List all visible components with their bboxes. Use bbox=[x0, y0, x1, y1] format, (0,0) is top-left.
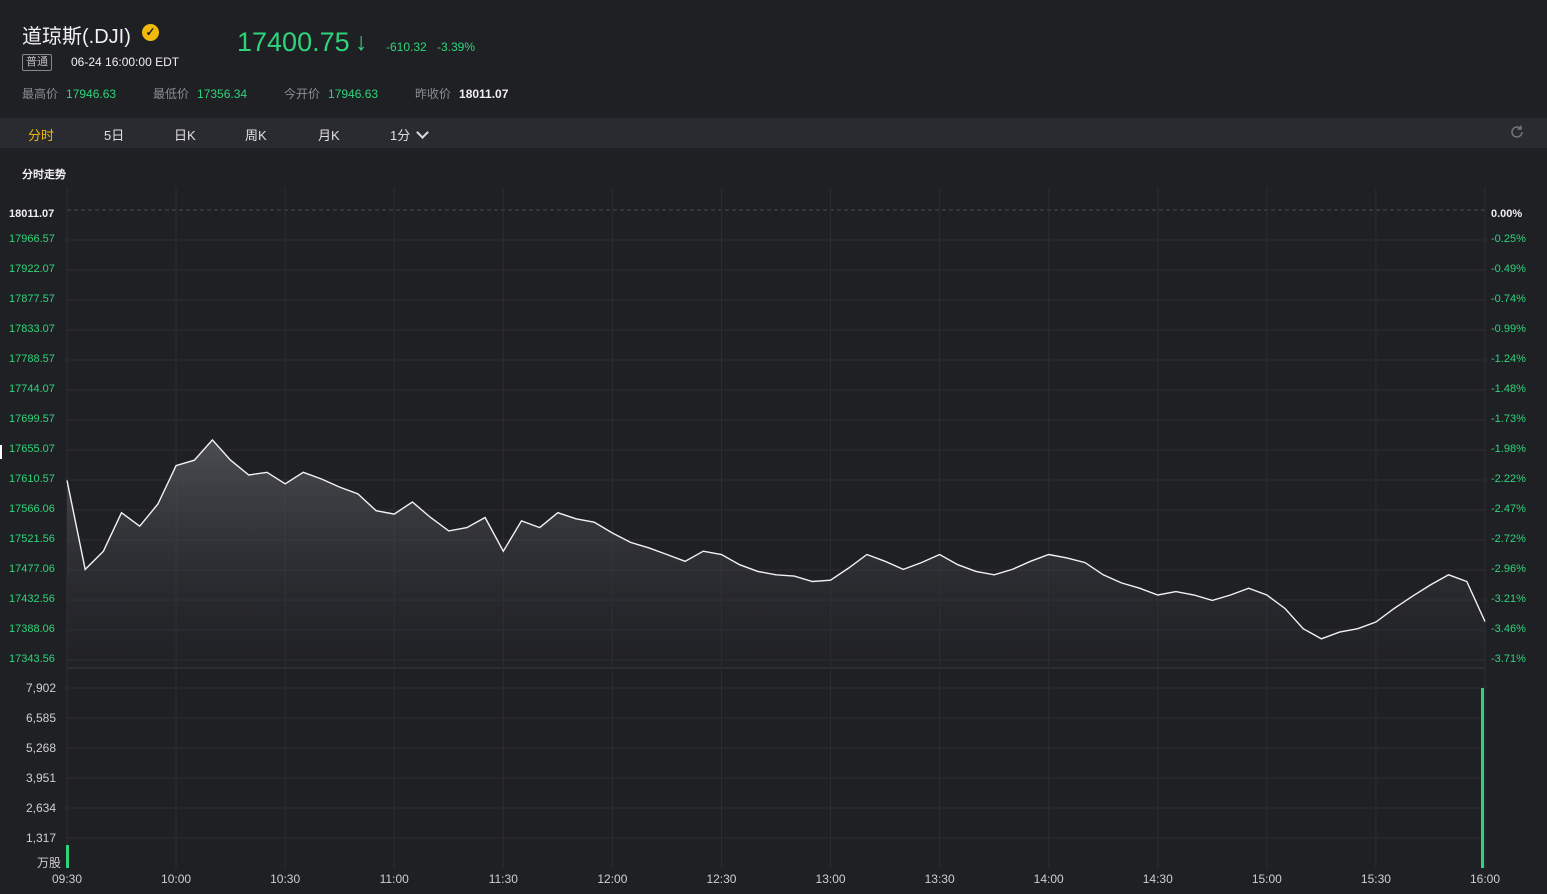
tab-intraday[interactable]: 分时 bbox=[28, 125, 54, 144]
price-area bbox=[67, 439, 1485, 668]
section-title: 分时走势 bbox=[22, 169, 66, 181]
stat-value: 17946.63 bbox=[328, 87, 379, 101]
volume-tick-label: 7,902 bbox=[26, 681, 57, 695]
stat-label: 最高价 bbox=[22, 87, 59, 101]
pct-tick-label: -3.71% bbox=[1491, 653, 1526, 665]
price-tick-label: 17788.57 bbox=[9, 353, 55, 365]
price-tick-label: 17521.56 bbox=[9, 533, 55, 545]
intraday-chart[interactable] bbox=[0, 188, 1547, 894]
volume-tick-label: 3,951 bbox=[26, 771, 57, 785]
time-tick-label: 14:00 bbox=[1033, 872, 1064, 886]
quote-datetime: 06-24 16:00:00 EDT bbox=[71, 55, 180, 69]
stat-label: 昨收价 bbox=[415, 87, 452, 101]
stat-value: 17946.63 bbox=[66, 87, 117, 101]
time-tick-label: 13:30 bbox=[924, 872, 955, 886]
time-tick-label: 12:00 bbox=[597, 872, 628, 886]
tab-5day[interactable]: 5日 bbox=[104, 125, 124, 144]
volume-tick-label: 5,268 bbox=[26, 741, 57, 755]
tab-weekly-k[interactable]: 周K bbox=[245, 125, 267, 144]
price-tick-label: 17744.07 bbox=[9, 383, 55, 395]
time-tick-label: 16:00 bbox=[1469, 872, 1501, 886]
volume-tick-label: 6,585 bbox=[26, 711, 57, 725]
pct-tick-label: -3.21% bbox=[1491, 593, 1526, 605]
time-tick-label: 15:30 bbox=[1360, 872, 1391, 886]
pct-tick-label: -1.73% bbox=[1491, 413, 1526, 425]
pct-tick-label: -2.22% bbox=[1491, 473, 1526, 485]
chart-period-tabs: 分时 5日 日K 周K 月K 1分 bbox=[0, 118, 1547, 148]
chevron-down-icon bbox=[416, 126, 430, 139]
price-tick-label: 17966.57 bbox=[9, 233, 55, 245]
pct-tick-label: 0.00% bbox=[1491, 208, 1523, 220]
market-tag: 普通 bbox=[22, 54, 52, 71]
time-tick-label: 15:00 bbox=[1251, 872, 1282, 886]
price-change-percent: -3.39% bbox=[437, 40, 476, 54]
price-tick-label: 17343.56 bbox=[9, 653, 55, 665]
price-tick-label: 17477.06 bbox=[9, 563, 55, 575]
volume-bar bbox=[66, 845, 69, 868]
stat-value: 18011.07 bbox=[459, 87, 509, 101]
time-tick-label: 12:30 bbox=[706, 872, 737, 886]
price-tick-label: 17833.07 bbox=[9, 323, 55, 335]
stat-prev-close: 昨收价 18011.07 bbox=[415, 85, 508, 102]
pct-tick-label: -2.47% bbox=[1491, 503, 1526, 515]
price-tick-label: 17388.06 bbox=[9, 623, 55, 635]
price-tick-label: 18011.07 bbox=[9, 208, 55, 220]
pct-tick-label: -2.72% bbox=[1491, 533, 1526, 545]
volume-tick-label: 2,634 bbox=[26, 801, 57, 815]
stat-low: 最低价 17356.34 bbox=[153, 85, 247, 102]
pct-tick-label: -1.98% bbox=[1491, 443, 1526, 455]
price-change: -610.32 bbox=[386, 40, 427, 54]
down-arrow-icon: ↓ bbox=[355, 28, 368, 56]
pct-tick-label: -1.48% bbox=[1491, 383, 1526, 395]
volume-tick-label: 1,317 bbox=[26, 831, 57, 845]
stock-name: 道琼斯(.DJI) bbox=[22, 26, 131, 48]
price-tick-label: 17655.07 bbox=[9, 443, 55, 455]
tab-1min-label: 1分 bbox=[390, 128, 411, 143]
pct-tick-label: -0.99% bbox=[1491, 323, 1526, 335]
stat-value: 17356.34 bbox=[197, 87, 248, 101]
pct-tick-label: -0.74% bbox=[1491, 293, 1526, 305]
time-tick-label: 13:00 bbox=[815, 872, 846, 886]
refresh-icon[interactable] bbox=[1509, 124, 1525, 140]
stat-high: 最高价 17946.63 bbox=[22, 85, 116, 102]
price-tick-label: 17566.06 bbox=[9, 503, 55, 515]
time-tick-label: 14:30 bbox=[1142, 872, 1173, 886]
price-tick-label: 17610.57 bbox=[9, 473, 55, 485]
stat-open: 今开价 17946.63 bbox=[284, 85, 378, 102]
pct-tick-label: -2.96% bbox=[1491, 563, 1526, 575]
tab-monthly-k[interactable]: 月K bbox=[318, 125, 340, 144]
price-tick-label: 17922.07 bbox=[9, 263, 55, 275]
pct-tick-label: -3.46% bbox=[1491, 623, 1526, 635]
tab-daily-k[interactable]: 日K bbox=[174, 125, 196, 144]
price-tick-label: 17432.56 bbox=[9, 593, 55, 605]
stat-label: 最低价 bbox=[153, 87, 190, 101]
pct-tick-label: -0.49% bbox=[1491, 263, 1526, 275]
time-tick-label: 11:30 bbox=[488, 872, 518, 886]
price-tick-label: 17699.57 bbox=[9, 413, 55, 425]
time-tick-label: 10:00 bbox=[161, 872, 192, 886]
pct-tick-label: -0.25% bbox=[1491, 233, 1526, 245]
last-price: 17400.75 bbox=[237, 27, 350, 57]
time-tick-label: 10:30 bbox=[270, 872, 301, 886]
volume-unit-label: 万股 bbox=[37, 856, 62, 870]
pct-tick-label: -1.24% bbox=[1491, 353, 1526, 365]
stat-label: 今开价 bbox=[284, 87, 321, 101]
time-tick-label: 09:30 bbox=[51, 872, 83, 886]
quote-header: 道琼斯(.DJI) ✓ 普通 06-24 16:00:00 EDT 17400.… bbox=[0, 0, 1547, 118]
time-tick-label: 11:00 bbox=[379, 872, 409, 886]
check-badge-icon: ✓ bbox=[142, 24, 159, 41]
volume-bar bbox=[1481, 688, 1484, 868]
tab-1min-dropdown[interactable]: 1分 bbox=[390, 125, 430, 144]
price-tick-label: 17877.57 bbox=[9, 293, 55, 305]
